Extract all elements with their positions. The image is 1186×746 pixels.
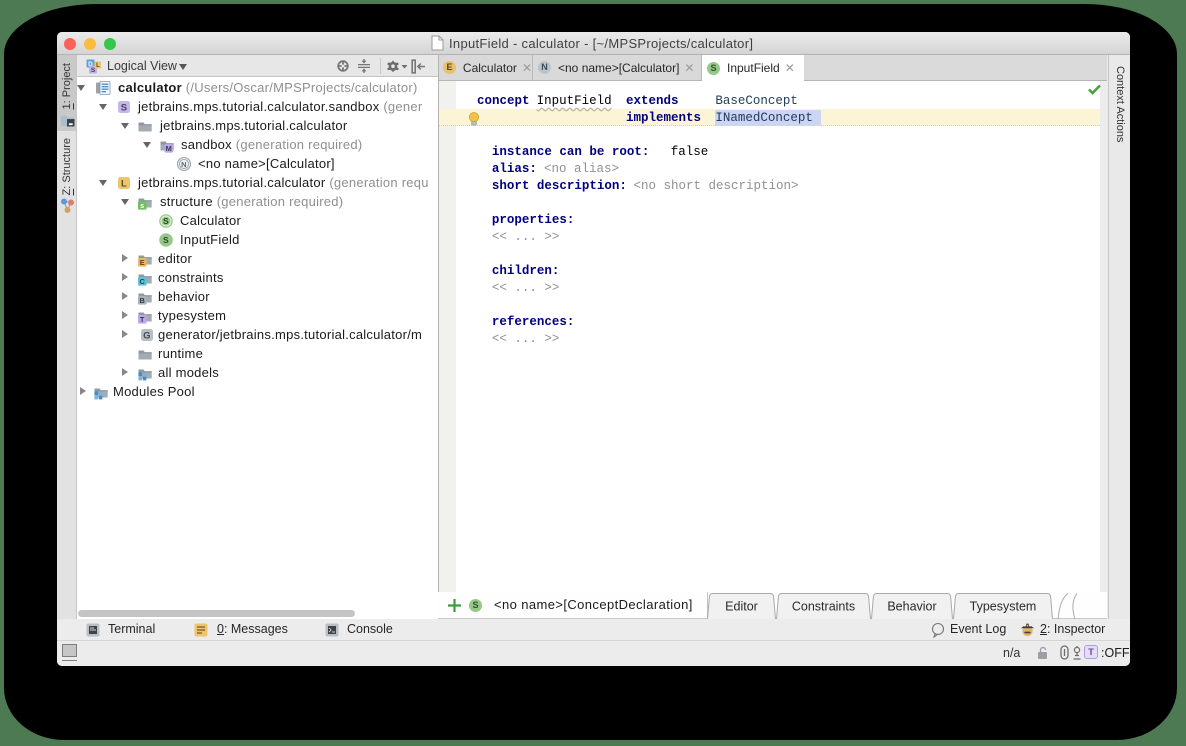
svg-text:Typesystem: Typesystem <box>970 600 1037 614</box>
svg-text:N: N <box>181 159 187 168</box>
svg-text:s: s <box>140 201 144 210</box>
svg-text:B: B <box>140 296 146 305</box>
svg-text:T: T <box>140 315 145 324</box>
svg-text:Editor: Editor <box>725 600 758 614</box>
svg-text:G: G <box>143 330 151 341</box>
svg-text:Constraints: Constraints <box>792 600 855 614</box>
svg-text:M: M <box>166 144 172 153</box>
svg-text:L: L <box>96 63 100 69</box>
svg-text:C: C <box>140 277 146 286</box>
svg-text:S: S <box>163 235 169 245</box>
svg-text:L: L <box>121 178 127 189</box>
svg-text:E: E <box>140 258 145 267</box>
svg-text:Behavior: Behavior <box>887 600 936 614</box>
svg-text:S: S <box>121 102 128 113</box>
svg-text:S: S <box>163 216 169 226</box>
